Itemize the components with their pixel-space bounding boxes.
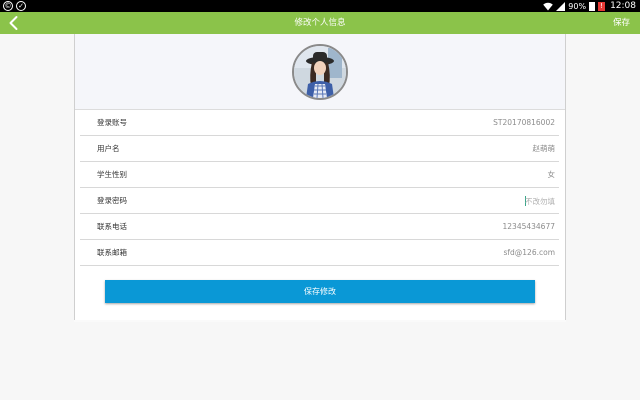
email-label: 联系邮箱	[97, 248, 127, 257]
form-row-username[interactable]: 用户名 赵萌萌	[80, 136, 559, 162]
gender-label: 学生性别	[97, 170, 127, 179]
save-changes-button[interactable]: 保存修改	[105, 280, 535, 303]
battery-percent: 90%	[568, 1, 587, 11]
form-row-gender[interactable]: 学生性别 女	[80, 162, 559, 188]
avatar-image	[294, 46, 346, 98]
page-title: 修改个人信息	[294, 18, 346, 28]
notification-icon: ©	[3, 1, 13, 11]
status-right: 90% ! 12:08	[543, 0, 636, 12]
avatar[interactable]	[292, 44, 348, 100]
status-bar: © ✓ 90% ! 12:08	[0, 0, 640, 12]
form-row-phone[interactable]: 联系电话 12345434677	[80, 214, 559, 240]
email-value[interactable]: sfd@126.com	[503, 240, 555, 266]
chevron-left-icon	[9, 16, 18, 30]
form-row-email[interactable]: 联系邮箱 sfd@126.com	[80, 240, 559, 266]
form-row-password[interactable]: 登录密码	[80, 188, 559, 214]
username-label: 用户名	[97, 144, 120, 153]
form-row-account: 登录账号 ST20170816002	[80, 110, 559, 136]
app-bar: 修改个人信息 保存	[0, 12, 640, 34]
gender-value[interactable]: 女	[548, 162, 556, 188]
password-field[interactable]	[435, 188, 555, 214]
status-left-icons: © ✓	[3, 1, 26, 11]
signal-icon	[556, 1, 566, 11]
username-value[interactable]: 赵萌萌	[533, 136, 556, 162]
battery-icon	[589, 1, 596, 11]
phone-value[interactable]: 12345434677	[503, 214, 556, 240]
sync-icon: ✓	[16, 1, 26, 11]
save-button[interactable]: 保存	[613, 12, 630, 34]
avatar-section	[75, 34, 565, 110]
account-value: ST20170816002	[493, 118, 555, 127]
clock: 12:08	[610, 1, 636, 11]
back-button[interactable]	[6, 15, 22, 31]
account-label: 登录账号	[97, 118, 127, 127]
password-label: 登录密码	[97, 196, 127, 205]
wifi-icon	[543, 2, 554, 11]
phone-label: 联系电话	[97, 222, 127, 231]
alert-icon: !	[598, 1, 606, 11]
